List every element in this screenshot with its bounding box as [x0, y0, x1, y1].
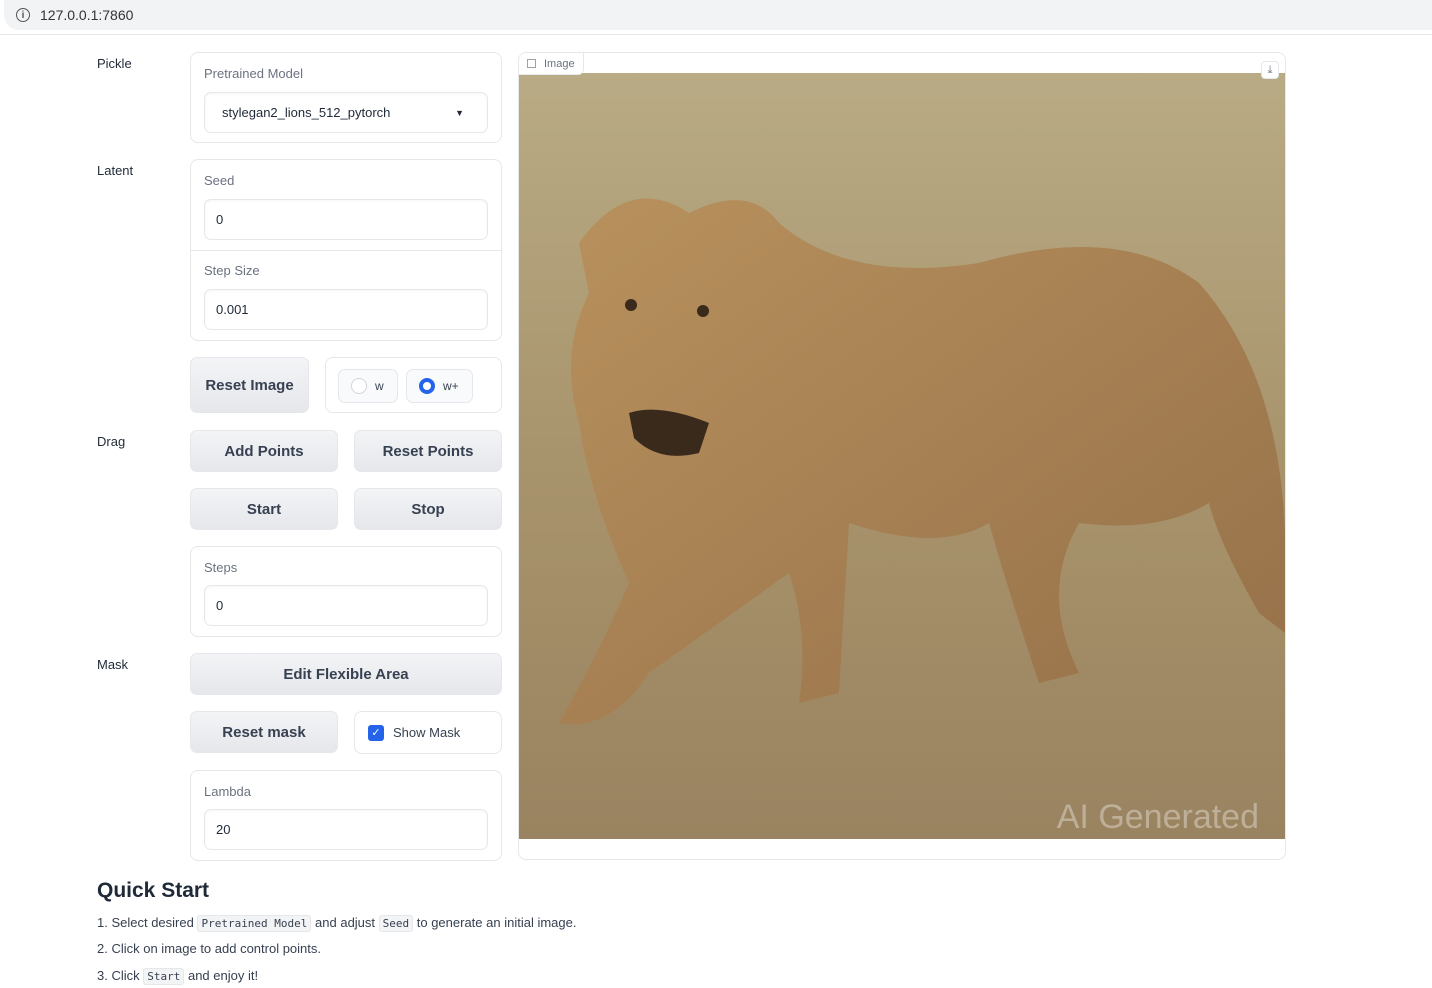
reset-image-button[interactable]: Reset Image — [190, 357, 309, 413]
lambda-block: Lambda 20 — [190, 770, 502, 861]
radio-circle-selected — [419, 378, 435, 394]
quick-start-title: Quick Start — [97, 879, 210, 902]
steps-input[interactable]: 0 — [204, 585, 488, 626]
quick-start-step-2: 2. Click on image to add control points. — [97, 941, 322, 956]
seed-label: Seed — [204, 173, 235, 188]
latent-block: Seed 0 Step Size 0.001 — [190, 159, 502, 341]
radio-w-plus[interactable]: w+ — [406, 369, 473, 403]
step-size-label: Step Size — [204, 263, 260, 278]
radio-w[interactable]: w — [338, 369, 398, 403]
image-panel: Image ⤓ AI Generated — [518, 52, 1286, 860]
section-label-drag: Drag — [97, 434, 126, 449]
section-label-latent: Latent — [97, 163, 134, 178]
add-points-button[interactable]: Add Points — [190, 430, 338, 472]
pretrained-model-label: Pretrained Model — [204, 66, 303, 81]
lambda-input[interactable]: 20 — [204, 809, 488, 850]
image-tab: Image — [519, 53, 584, 75]
download-icon[interactable]: ⤓ — [1261, 61, 1279, 79]
generated-image[interactable]: AI Generated — [519, 73, 1285, 839]
step-size-input[interactable]: 0.001 — [204, 289, 488, 330]
latent-space-radio-group: w w+ — [325, 357, 502, 413]
stop-button[interactable]: Stop — [354, 488, 502, 530]
start-button[interactable]: Start — [190, 488, 338, 530]
watermark: AI Generated — [1057, 798, 1259, 836]
section-label-mask: Mask — [97, 657, 129, 672]
radio-label: w+ — [443, 379, 459, 393]
image-icon — [527, 59, 536, 68]
info-icon[interactable]: i — [16, 8, 30, 22]
quick-start-step-3: 3. Click Start and enjoy it! — [97, 968, 259, 985]
code-seed: Seed — [378, 915, 414, 932]
show-mask-label: Show Mask — [393, 725, 461, 740]
seed-input[interactable]: 0 — [204, 199, 488, 240]
dropdown-value: stylegan2_lions_512_pytorch — [222, 105, 391, 120]
chevron-down-icon: ▼ — [455, 107, 464, 118]
code-pretrained-model: Pretrained Model — [197, 915, 312, 932]
pretrained-model-dropdown[interactable]: stylegan2_lions_512_pytorch ▼ — [204, 92, 488, 133]
pretrained-model-block: Pretrained Model stylegan2_lions_512_pyt… — [190, 52, 502, 143]
show-mask-checkbox[interactable]: ✓ Show Mask — [354, 711, 502, 754]
image-label: Image — [544, 57, 575, 70]
radio-circle — [351, 378, 367, 394]
steps-label: Steps — [204, 560, 238, 575]
browser-bar: i 127.0.0.1:7860 — [0, 0, 1432, 35]
address-bar[interactable]: i 127.0.0.1:7860 — [4, 0, 1432, 30]
url-text: 127.0.0.1:7860 — [40, 7, 134, 23]
reset-mask-button[interactable]: Reset mask — [190, 711, 338, 753]
radio-label: w — [375, 379, 384, 393]
reset-points-button[interactable]: Reset Points — [354, 430, 502, 472]
section-label-pickle: Pickle — [97, 56, 132, 71]
steps-block: Steps 0 — [190, 546, 502, 637]
divider — [191, 250, 501, 251]
checkbox-checked-icon: ✓ — [368, 724, 384, 741]
edit-flexible-area-button[interactable]: Edit Flexible Area — [190, 653, 502, 695]
code-start: Start — [143, 968, 185, 985]
lambda-label: Lambda — [204, 784, 251, 799]
quick-start-step-1: 1. Select desired Pretrained Model and a… — [97, 915, 577, 932]
